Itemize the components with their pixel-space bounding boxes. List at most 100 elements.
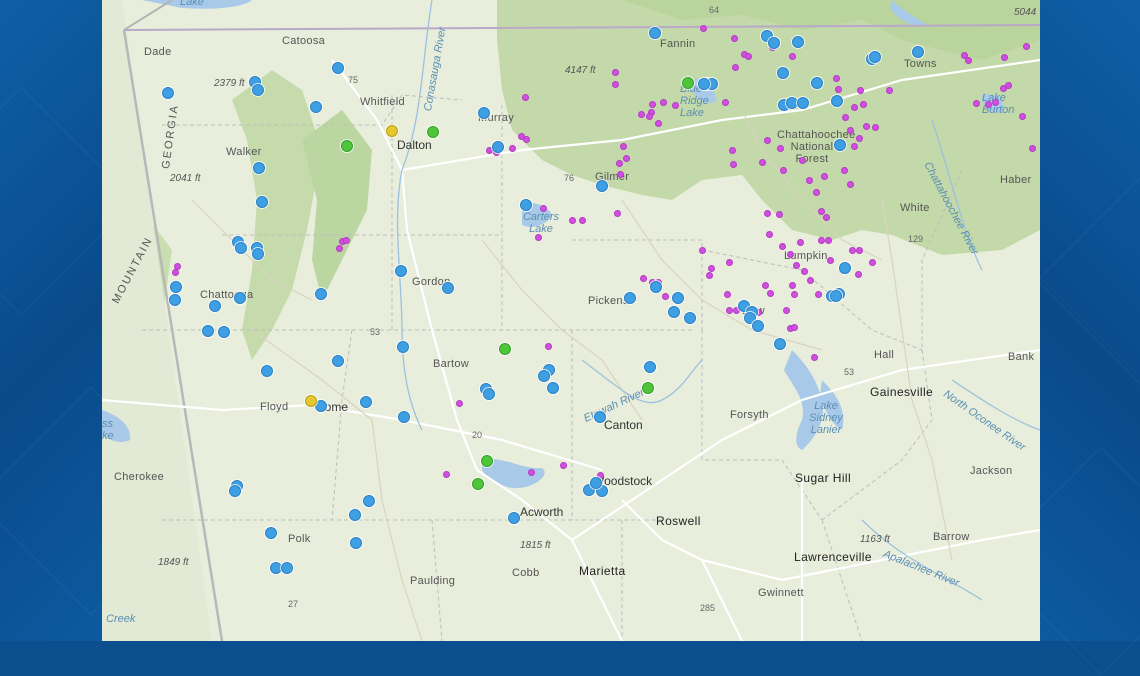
blue-location-marker[interactable] (252, 248, 264, 260)
magenta-location-marker[interactable] (648, 100, 656, 108)
blue-location-marker[interactable] (834, 139, 846, 151)
blue-location-marker[interactable] (332, 355, 344, 367)
magenta-location-marker[interactable] (856, 86, 864, 94)
blue-location-marker[interactable] (395, 265, 407, 277)
blue-location-marker[interactable] (442, 282, 454, 294)
magenta-location-marker[interactable] (848, 246, 856, 254)
magenta-location-marker[interactable] (817, 207, 825, 215)
blue-location-marker[interactable] (594, 411, 606, 423)
blue-location-marker[interactable] (752, 320, 764, 332)
blue-location-marker[interactable] (538, 370, 550, 382)
yellow-location-marker[interactable] (305, 395, 317, 407)
magenta-location-marker[interactable] (822, 213, 830, 221)
yellow-location-marker[interactable] (386, 125, 398, 137)
magenta-location-marker[interactable] (850, 142, 858, 150)
blue-location-marker[interactable] (811, 77, 823, 89)
magenta-location-marker[interactable] (841, 113, 849, 121)
magenta-location-marker[interactable] (805, 176, 813, 184)
blue-location-marker[interactable] (912, 46, 924, 58)
magenta-location-marker[interactable] (782, 306, 790, 314)
magenta-location-marker[interactable] (659, 98, 667, 106)
magenta-location-marker[interactable] (1022, 42, 1030, 50)
blue-location-marker[interactable] (253, 162, 265, 174)
magenta-location-marker[interactable] (824, 236, 832, 244)
magenta-location-marker[interactable] (698, 246, 706, 254)
blue-location-marker[interactable] (261, 365, 273, 377)
magenta-location-marker[interactable] (765, 230, 773, 238)
magenta-location-marker[interactable] (721, 98, 729, 106)
green-location-marker[interactable] (472, 478, 484, 490)
blue-location-marker[interactable] (768, 37, 780, 49)
blue-location-marker[interactable] (398, 411, 410, 423)
blue-location-marker[interactable] (162, 87, 174, 99)
blue-location-marker[interactable] (218, 326, 230, 338)
magenta-location-marker[interactable] (761, 281, 769, 289)
magenta-location-marker[interactable] (796, 238, 804, 246)
green-location-marker[interactable] (481, 455, 493, 467)
magenta-location-marker[interactable] (442, 470, 450, 478)
green-location-marker[interactable] (642, 382, 654, 394)
magenta-location-marker[interactable] (729, 160, 737, 168)
blue-location-marker[interactable] (256, 196, 268, 208)
magenta-location-marker[interactable] (539, 204, 547, 212)
blue-location-marker[interactable] (252, 84, 264, 96)
magenta-location-marker[interactable] (814, 290, 822, 298)
blue-location-marker[interactable] (315, 288, 327, 300)
blue-location-marker[interactable] (202, 325, 214, 337)
magenta-location-marker[interactable] (766, 289, 774, 297)
blue-location-marker[interactable] (698, 78, 710, 90)
blue-location-marker[interactable] (590, 477, 602, 489)
magenta-location-marker[interactable] (790, 290, 798, 298)
blue-location-marker[interactable] (234, 292, 246, 304)
green-location-marker[interactable] (427, 126, 439, 138)
blue-location-marker[interactable] (265, 527, 277, 539)
magenta-location-marker[interactable] (806, 276, 814, 284)
magenta-location-marker[interactable] (731, 63, 739, 71)
blue-location-marker[interactable] (830, 290, 842, 302)
magenta-location-marker[interactable] (763, 136, 771, 144)
magenta-location-marker[interactable] (335, 244, 343, 252)
magenta-location-marker[interactable] (775, 210, 783, 218)
blue-location-marker[interactable] (508, 512, 520, 524)
magenta-location-marker[interactable] (779, 166, 787, 174)
blue-location-marker[interactable] (624, 292, 636, 304)
magenta-location-marker[interactable] (832, 74, 840, 82)
green-location-marker[interactable] (499, 343, 511, 355)
blue-location-marker[interactable] (310, 101, 322, 113)
magenta-location-marker[interactable] (855, 134, 863, 142)
magenta-location-marker[interactable] (820, 172, 828, 180)
magenta-location-marker[interactable] (1028, 144, 1036, 152)
magenta-location-marker[interactable] (859, 100, 867, 108)
blue-location-marker[interactable] (644, 361, 656, 373)
magenta-location-marker[interactable] (817, 236, 825, 244)
blue-location-marker[interactable] (777, 67, 789, 79)
blue-location-marker[interactable] (547, 382, 559, 394)
magenta-location-marker[interactable] (522, 135, 530, 143)
magenta-location-marker[interactable] (578, 216, 586, 224)
magenta-location-marker[interactable] (744, 52, 752, 60)
blue-location-marker[interactable] (792, 36, 804, 48)
blue-location-marker[interactable] (483, 388, 495, 400)
magenta-location-marker[interactable] (171, 268, 179, 276)
blue-location-marker[interactable] (235, 242, 247, 254)
magenta-location-marker[interactable] (613, 209, 621, 217)
magenta-location-marker[interactable] (730, 34, 738, 42)
magenta-location-marker[interactable] (654, 119, 662, 127)
magenta-location-marker[interactable] (846, 126, 854, 134)
magenta-location-marker[interactable] (616, 170, 624, 178)
blue-location-marker[interactable] (349, 509, 361, 521)
magenta-location-marker[interactable] (1004, 81, 1012, 89)
magenta-location-marker[interactable] (834, 85, 842, 93)
magenta-location-marker[interactable] (810, 353, 818, 361)
magenta-location-marker[interactable] (725, 258, 733, 266)
blue-location-marker[interactable] (797, 97, 809, 109)
magenta-location-marker[interactable] (763, 209, 771, 217)
magenta-location-marker[interactable] (758, 158, 766, 166)
magenta-location-marker[interactable] (826, 256, 834, 264)
blue-location-marker[interactable] (350, 537, 362, 549)
magenta-location-marker[interactable] (534, 233, 542, 241)
green-location-marker[interactable] (682, 77, 694, 89)
blue-location-marker[interactable] (596, 180, 608, 192)
magenta-location-marker[interactable] (792, 261, 800, 269)
blue-location-marker[interactable] (831, 95, 843, 107)
